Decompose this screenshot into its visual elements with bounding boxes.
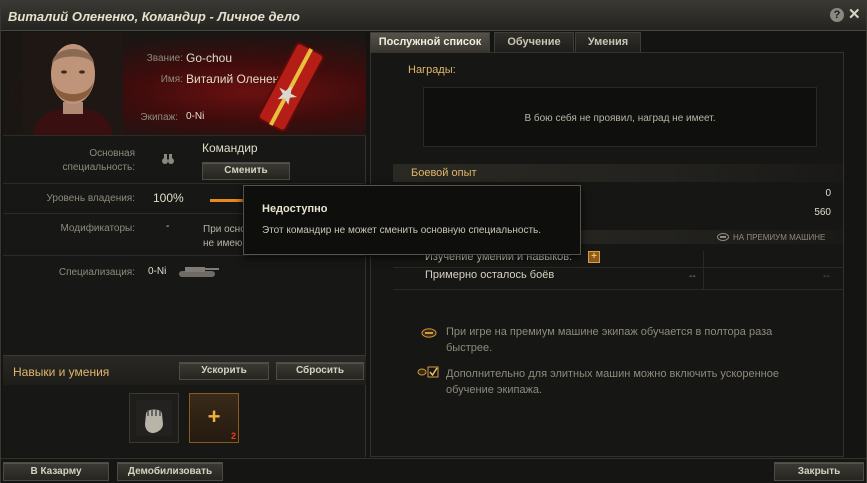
- premium-tag: НА ПРЕМИУМ МАШИНЕ: [733, 233, 826, 242]
- elite-info-line2: обучение экипажа.: [446, 384, 543, 396]
- column-divider: [703, 251, 704, 289]
- elite-accelerate-icon: [417, 366, 439, 378]
- modifiers-note: При осно не имею: [203, 223, 246, 251]
- specialty-value: Командир: [202, 141, 258, 155]
- premium-info-line1: При игре на премиум машине экипаж обучае…: [446, 326, 773, 338]
- tab-training[interactable]: Обучение: [494, 32, 574, 52]
- help-icon[interactable]: ?: [830, 8, 844, 22]
- rank-insignia-icon: [258, 42, 324, 132]
- fist-icon: [136, 400, 172, 436]
- battles-left-value: --: [689, 271, 696, 282]
- specialization-value: 0-Ni: [148, 266, 167, 277]
- battles-left-label: Примерно осталось боёв: [425, 269, 555, 281]
- study-plus-icon[interactable]: +: [588, 251, 600, 263]
- tab-skills[interactable]: Умения: [575, 32, 641, 52]
- bottom-bar: В Казарму Демобилизовать Закрыть: [1, 458, 866, 483]
- battles-left-premium-value: --: [823, 271, 830, 282]
- close-button[interactable]: Закрыть: [774, 462, 864, 481]
- awards-label: Награды:: [408, 64, 456, 76]
- add-skill-slot[interactable]: + 2: [189, 393, 239, 443]
- exp-value-1: 0: [825, 188, 831, 199]
- crew-label: Экипаж:: [140, 112, 178, 123]
- combat-exp-label: Боевой опыт: [411, 167, 477, 179]
- crew-value: 0-Ni: [186, 111, 205, 122]
- tab-service-record[interactable]: Послужной список: [370, 32, 490, 52]
- premium-info-text: При игре на премиум машине экипаж обучае…: [446, 324, 772, 356]
- premium-info-line2: быстрее.: [446, 342, 493, 354]
- combat-exp-header: Боевой опыт: [393, 164, 843, 182]
- modifiers-label: Модификаторы:: [60, 223, 135, 234]
- plus-icon: +: [207, 404, 221, 429]
- available-skill-count: 2: [230, 431, 236, 441]
- mastery-value: 100%: [153, 191, 184, 205]
- skills-header: Навыки и умения Ускорить Сбросить: [3, 355, 366, 385]
- binoculars-icon: [162, 154, 174, 164]
- accelerate-button[interactable]: Ускорить: [179, 362, 269, 380]
- row-divider: [393, 267, 843, 268]
- window-title: Виталий Олененко, Командир - Личное дело: [8, 9, 300, 24]
- tooltip-text: Этот командир не может сменить основную …: [262, 225, 542, 236]
- rank-label: Звание:: [146, 53, 183, 64]
- specialty-label-line1: Основная: [89, 148, 135, 159]
- divider: [3, 183, 366, 184]
- premium-tank-icon: [717, 233, 729, 241]
- divider: [3, 135, 366, 136]
- specialty-label: Основная специальность:: [43, 147, 135, 175]
- profile-header: Звание: Go-chou Имя: Виталий Олененко Эк…: [3, 32, 366, 135]
- specialization-label: Специализация:: [58, 267, 135, 278]
- mastery-label: Уровень владения:: [46, 193, 135, 204]
- awards-box: В бою себя не проявил, наград не имеет.: [423, 87, 817, 147]
- change-specialty-button[interactable]: Сменить: [202, 162, 290, 180]
- close-icon[interactable]: ✕: [848, 7, 861, 23]
- name-label: Имя:: [160, 74, 183, 85]
- tooltip-title: Недоступно: [262, 203, 328, 215]
- exp-value-2: 560: [814, 207, 831, 218]
- personal-file-window: Виталий Олененко, Командир - Личное дело…: [0, 0, 867, 483]
- divider: [3, 255, 366, 256]
- specialty-label-line2: специальность:: [62, 162, 135, 173]
- awards-empty-text: В бою себя не проявил, наград не имеет.: [524, 113, 716, 124]
- demobilize-button[interactable]: Демобилизовать: [117, 462, 223, 481]
- elite-info-line1: Дополнительно для элитных машин можно вк…: [446, 368, 779, 380]
- rank-value: Go-chou: [186, 51, 233, 65]
- reset-button[interactable]: Сбросить: [276, 362, 364, 380]
- tank-icon: [179, 267, 219, 277]
- commander-portrait: [23, 32, 123, 135]
- premium-tank-icon: [421, 328, 437, 338]
- skill-slot-brothers-in-arms[interactable]: [129, 393, 179, 443]
- tooltip: Недоступно Этот командир не может сменит…: [243, 185, 581, 255]
- barracks-button[interactable]: В Казарму: [3, 462, 109, 481]
- row-divider: [393, 289, 843, 290]
- title-bar: Виталий Олененко, Командир - Личное дело…: [1, 1, 866, 31]
- elite-info-text: Дополнительно для элитных машин можно вк…: [446, 366, 779, 398]
- modifiers-note-line1: При осно: [203, 224, 246, 235]
- modifiers-note-line2: не имею: [203, 238, 243, 249]
- skills-title: Навыки и умения: [13, 365, 110, 379]
- modifiers-value: -: [166, 221, 170, 232]
